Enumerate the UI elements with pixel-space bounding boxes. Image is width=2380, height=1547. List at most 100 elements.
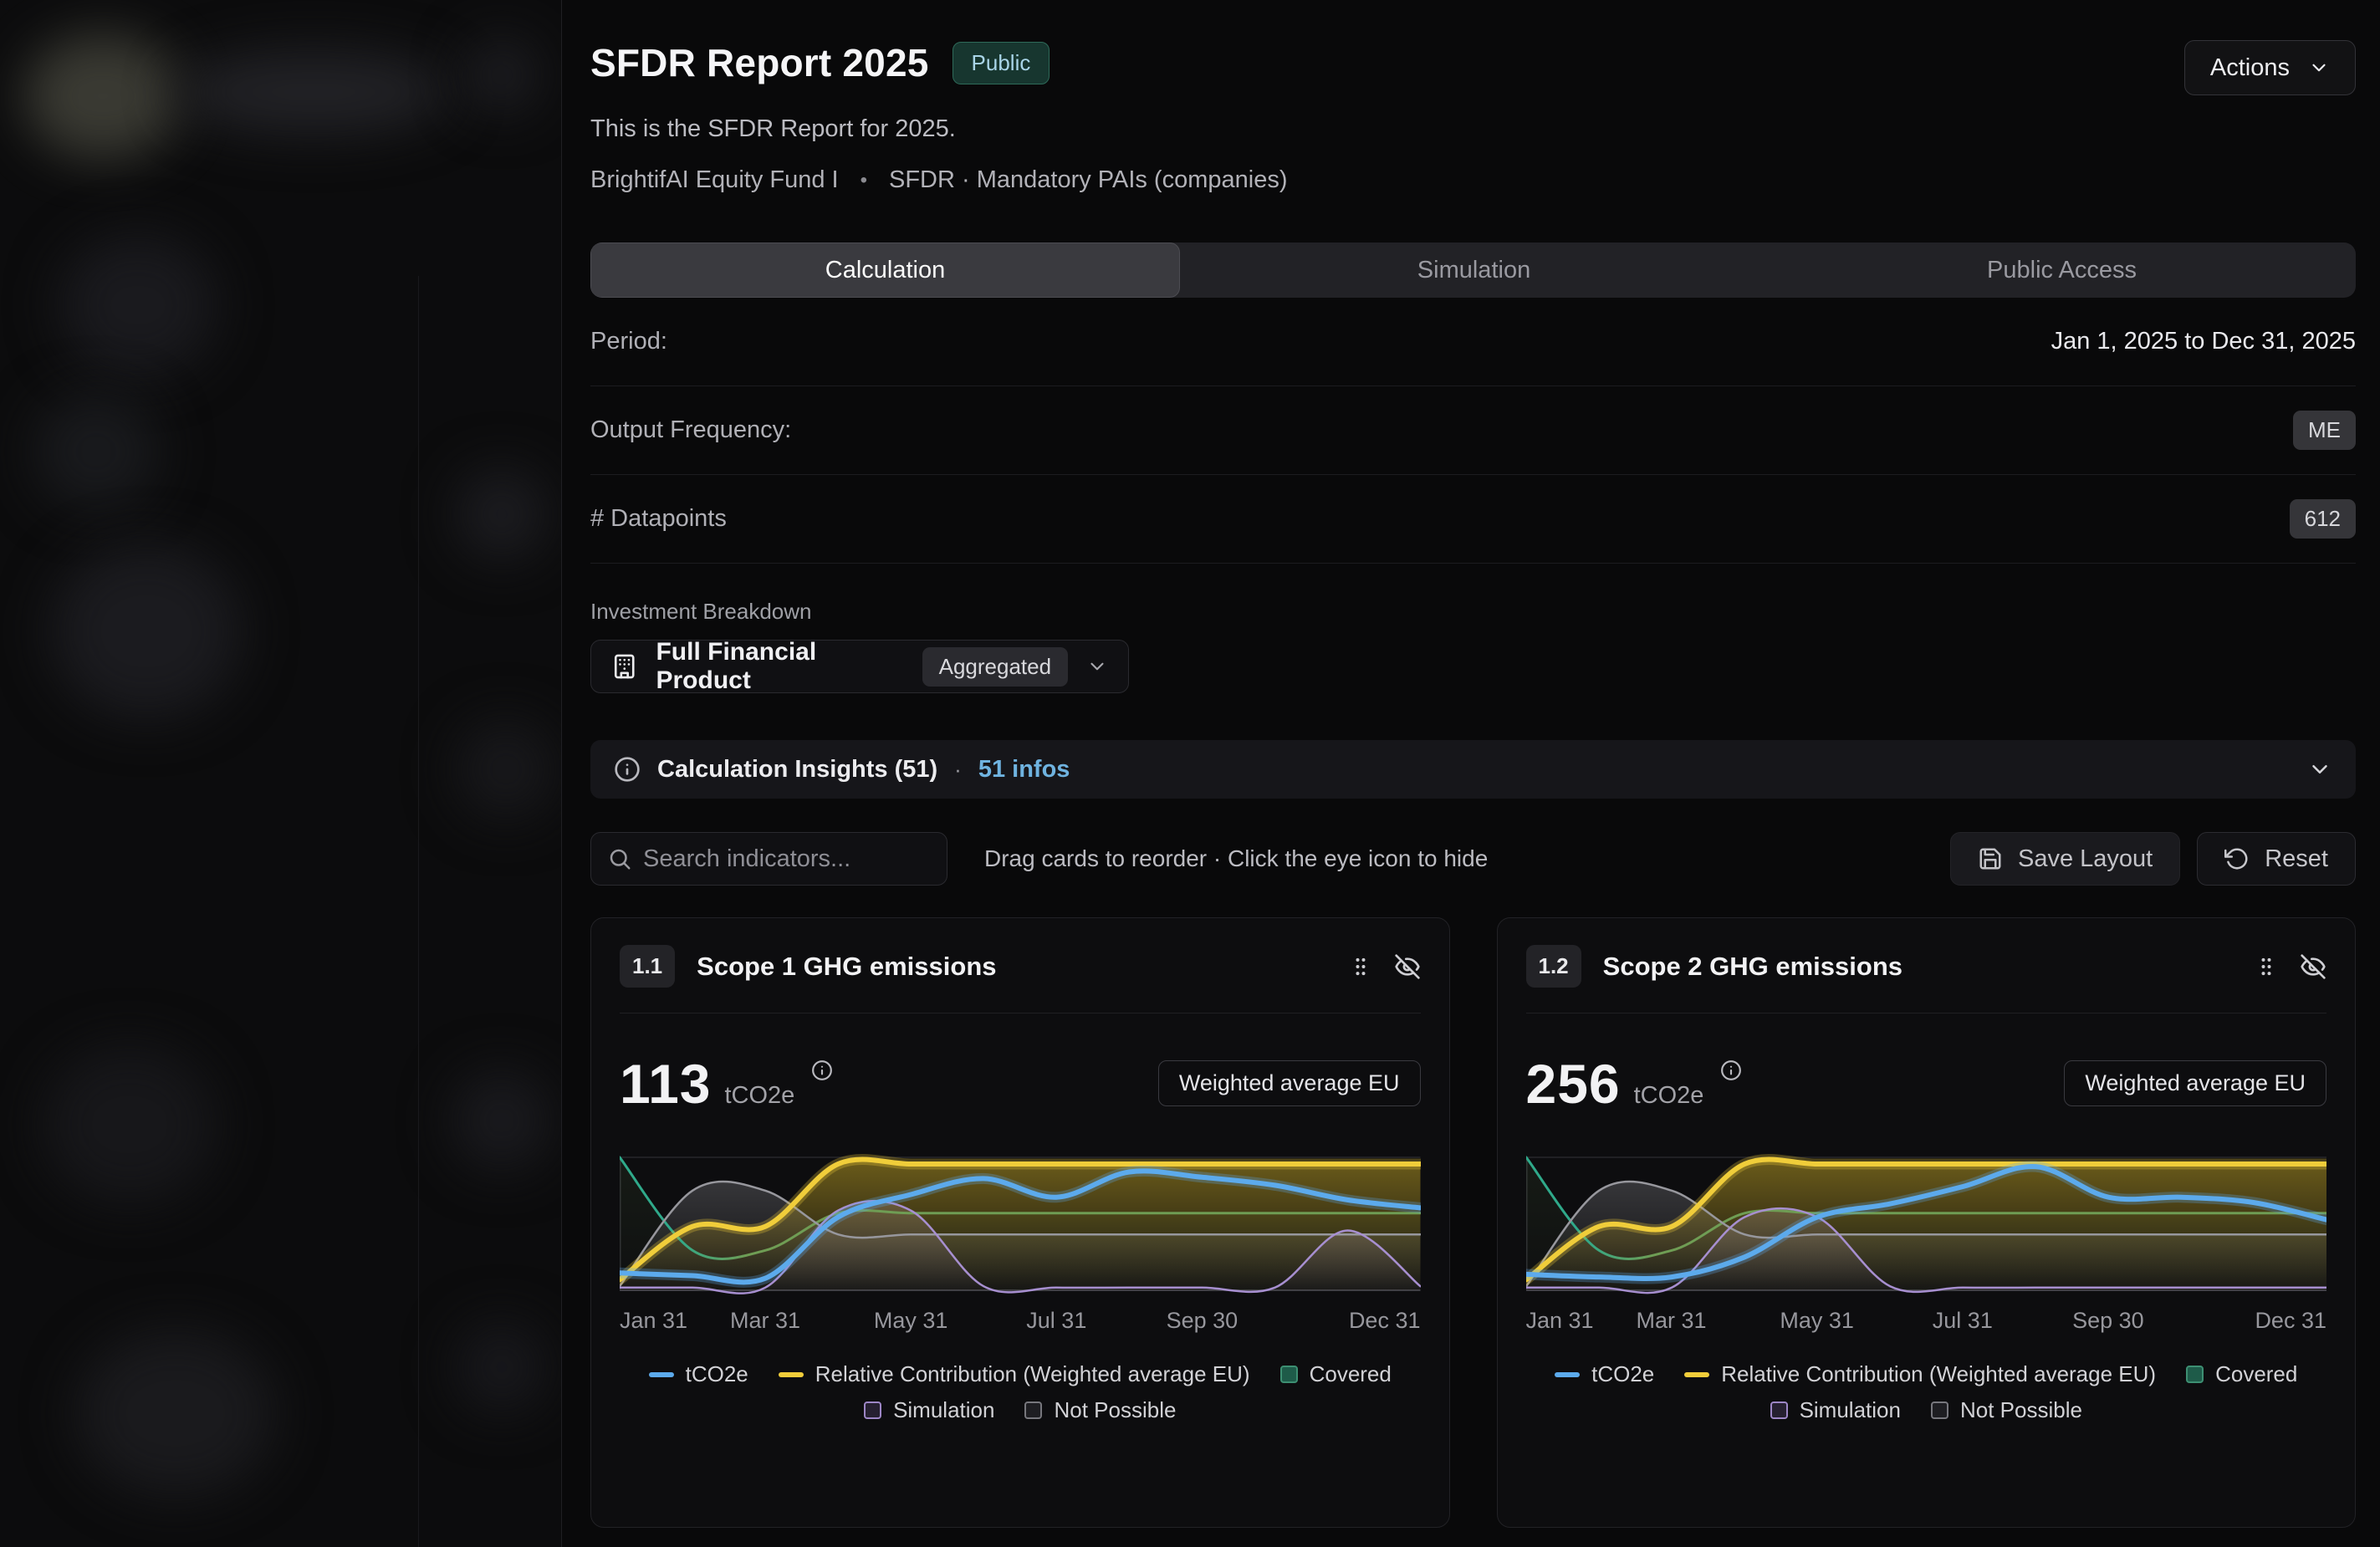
grip-icon	[2255, 955, 2278, 978]
sidebar-blur-blob	[176, 50, 452, 134]
search-wrap	[590, 832, 947, 886]
drag-handle[interactable]	[1349, 955, 1372, 978]
legend-swatch-not-possible	[1931, 1401, 1948, 1419]
legend-label: Covered	[1310, 1361, 1392, 1387]
legend-label: Simulation	[893, 1397, 994, 1423]
x-axis-tick: Jul 31	[1026, 1308, 1086, 1334]
legend-label: Not Possible	[1054, 1397, 1176, 1423]
legend-swatch-tco2e	[649, 1372, 674, 1377]
x-axis-tick: Dec 31	[2255, 1308, 2326, 1334]
sidebar-blur-blob	[42, 1045, 217, 1204]
eye-off-icon	[1394, 953, 1421, 980]
sidebar-blur-blob	[23, 33, 182, 159]
legend-swatch-relative-contribution	[1684, 1372, 1709, 1377]
period-label: Period:	[590, 328, 667, 355]
x-axis-tick: Sep 30	[2072, 1308, 2144, 1334]
tab-calculation[interactable]: Calculation	[590, 243, 1180, 298]
sidebar-blur-blob	[50, 544, 243, 719]
value-info-button[interactable]	[811, 1059, 833, 1085]
hide-card-button[interactable]	[2300, 953, 2326, 980]
sidebar-blur-blob	[456, 468, 548, 560]
card-title: Scope 2 GHG emissions	[1603, 952, 1902, 982]
reset-label: Reset	[2265, 845, 2328, 873]
chart-legend: tCO2e Relative Contribution (Weighted av…	[1526, 1361, 2327, 1423]
legend-swatch-simulation	[1770, 1401, 1788, 1419]
reorder-hint: Drag cards to reorder · Click the eye ic…	[984, 845, 1488, 872]
meta-row-datapoints: # Datapoints 612	[590, 475, 2356, 564]
tab-simulation[interactable]: Simulation	[1180, 243, 1768, 298]
meta-row-period: Period: Jan 1, 2025 to Dec 31, 2025	[590, 298, 2356, 386]
sidebar-blur-blob	[464, 38, 539, 113]
legend-label: tCO2e	[1591, 1361, 1654, 1387]
legend-swatch-covered	[1280, 1366, 1298, 1383]
legend-swatch-tco2e	[1555, 1372, 1580, 1377]
sidebar-blur-blob	[452, 1070, 552, 1171]
reset-button[interactable]: Reset	[2197, 832, 2356, 886]
chart-legend: tCO2e Relative Contribution (Weighted av…	[620, 1361, 1421, 1423]
sidebar-column-divider	[418, 276, 419, 1547]
x-axis-tick: May 31	[1780, 1308, 1854, 1334]
legend-label: Not Possible	[1960, 1397, 2082, 1423]
datapoints-label: # Datapoints	[590, 505, 727, 533]
investment-breakdown-product: Full Financial Product	[656, 638, 898, 695]
legend-label: Relative Contribution (Weighted average …	[1721, 1361, 2156, 1387]
indicator-id-badge: 1.1	[620, 945, 675, 988]
period-value: Jan 1, 2025 to Dec 31, 2025	[2051, 328, 2356, 355]
x-axis-tick: May 31	[874, 1308, 948, 1334]
x-axis-tick: Sep 30	[1167, 1308, 1239, 1334]
chevron-down-icon	[1086, 655, 1108, 678]
card-title: Scope 1 GHG emissions	[697, 952, 996, 982]
x-axis-tick: Mar 31	[730, 1308, 800, 1334]
x-axis-tick: Mar 31	[1637, 1308, 1707, 1334]
info-icon	[1720, 1059, 1742, 1081]
info-icon	[811, 1059, 833, 1081]
calculation-insights-label: Calculation Insights (51)	[657, 756, 937, 784]
sidebar-blur-blob	[59, 234, 217, 376]
indicator-unit: tCO2e	[1634, 1082, 1704, 1110]
tab-bar: Calculation Simulation Public Access	[590, 243, 2356, 298]
emissions-chart: Jan 31 Mar 31 May 31 Jul 31 Sep 30 Dec 31	[620, 1151, 1421, 1341]
search-indicators-input[interactable]	[590, 832, 947, 886]
sidebar-blur-blob	[33, 393, 159, 510]
card-scope1-ghg: 1.1 Scope 1 GHG emissions 113 tCO2e	[590, 917, 1450, 1528]
x-axis-tick: Jan 31	[620, 1308, 687, 1334]
investment-breakdown-select[interactable]: Full Financial Product Aggregated	[590, 640, 1129, 693]
save-layout-button[interactable]: Save Layout	[1950, 832, 2180, 886]
sidebar-blur-blob	[75, 1330, 276, 1497]
breadcrumb-fund: BrightifAI Equity Fund I	[590, 166, 839, 194]
building-icon	[611, 652, 637, 681]
emissions-chart: Jan 31Mar 31May 31Jul 31Sep 30Dec 31	[1526, 1151, 2327, 1341]
drag-handle[interactable]	[2255, 955, 2278, 978]
value-info-button[interactable]	[1720, 1059, 1742, 1085]
x-axis-labels: Jan 31 Mar 31 May 31 Jul 31 Sep 30 Dec 31	[620, 1308, 1421, 1341]
x-axis-tick: Dec 31	[1349, 1308, 1421, 1334]
actions-button[interactable]: Actions	[2184, 40, 2356, 95]
chevron-down-icon	[2307, 757, 2332, 782]
legend-label: Covered	[2215, 1361, 2297, 1387]
chart-canvas	[620, 1151, 1421, 1294]
report-description: This is the SFDR Report for 2025.	[590, 115, 1288, 143]
x-axis-tick: Jul 31	[1933, 1308, 1993, 1334]
indicator-id-badge: 1.2	[1526, 945, 1581, 988]
tab-public-access[interactable]: Public Access	[1768, 243, 2356, 298]
indicator-value: 113	[620, 1052, 711, 1116]
indicator-cards: 1.1 Scope 1 GHG emissions 113 tCO2e	[590, 917, 2356, 1528]
insights-infos-link[interactable]: 51 infos	[978, 756, 1070, 784]
breadcrumb-report-type: SFDR · Mandatory PAIs (companies)	[889, 166, 1288, 194]
chevron-down-icon	[2308, 57, 2330, 79]
legend-label: Simulation	[1800, 1397, 1901, 1423]
legend-swatch-relative-contribution	[779, 1372, 804, 1377]
output-frequency-label: Output Frequency:	[590, 416, 791, 444]
indicator-value: 256	[1526, 1052, 1621, 1116]
insights-separator: ·	[954, 757, 962, 783]
status-badge: Public	[953, 42, 1050, 84]
chart-canvas	[1526, 1151, 2327, 1294]
save-icon	[1978, 846, 2003, 871]
hide-card-button[interactable]	[1394, 953, 1421, 980]
calculation-insights-panel[interactable]: Calculation Insights (51) · 51 infos	[590, 740, 2356, 799]
legend-label: Relative Contribution (Weighted average …	[815, 1361, 1250, 1387]
weighted-average-badge: Weighted average EU	[1158, 1060, 1421, 1106]
info-icon	[614, 756, 641, 783]
investment-breakdown-label: Investment Breakdown	[590, 599, 2356, 625]
grip-icon	[1349, 955, 1372, 978]
